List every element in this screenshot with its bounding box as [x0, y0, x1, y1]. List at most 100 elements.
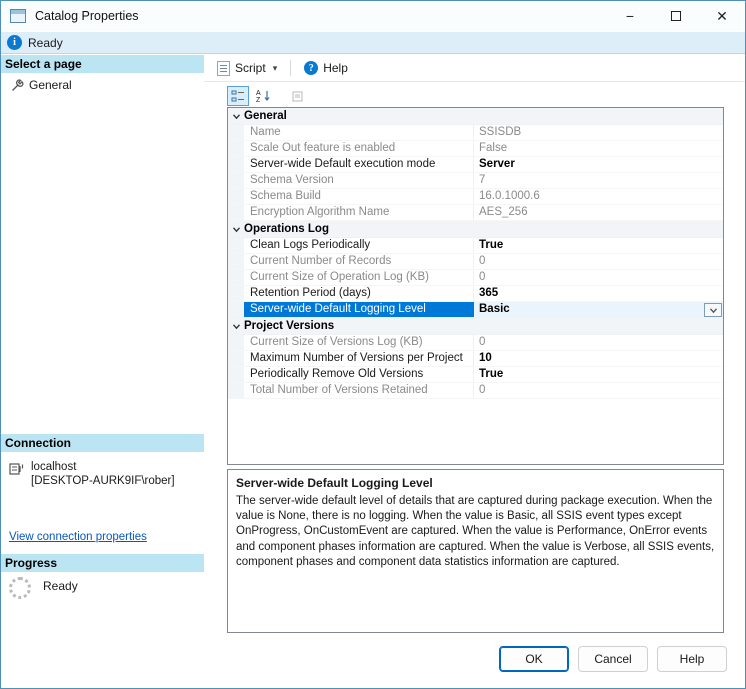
collapse-chevron-icon[interactable]: [228, 221, 244, 237]
property-value[interactable]: 7: [474, 173, 723, 188]
property-row[interactable]: Retention Period (days) 365: [228, 286, 723, 302]
progress-indicator: Ready: [9, 577, 78, 599]
property-row[interactable]: Clean Logs Periodically True: [228, 238, 723, 254]
row-gutter: [228, 383, 244, 398]
property-row[interactable]: Server-wide Default execution mode Server: [228, 157, 723, 173]
maximize-button[interactable]: [653, 1, 699, 31]
status-strip: i Ready: [1, 31, 745, 54]
property-value[interactable]: 0: [474, 383, 723, 398]
property-row[interactable]: Name SSISDB: [228, 125, 723, 141]
progress-header: Progress: [1, 554, 204, 572]
property-row[interactable]: Current Size of Operation Log (KB) 0: [228, 270, 723, 286]
help-button-footer[interactable]: Help: [657, 646, 727, 672]
property-label: Schema Version: [244, 173, 474, 188]
row-gutter: [228, 286, 244, 301]
collapse-chevron-icon[interactable]: [228, 108, 244, 124]
row-gutter: [228, 189, 244, 204]
category-row[interactable]: General: [228, 108, 723, 125]
window-title: Catalog Properties: [35, 9, 139, 23]
az-sort-icon: A Z: [256, 90, 269, 103]
property-row[interactable]: Current Size of Versions Log (KB) 0: [228, 335, 723, 351]
category-row[interactable]: Operations Log: [228, 221, 723, 238]
catalog-properties-dialog: Catalog Properties − ✕ i Ready Select a …: [0, 0, 746, 689]
property-label: Current Size of Operation Log (KB): [244, 270, 474, 285]
property-row[interactable]: Total Number of Versions Retained 0: [228, 383, 723, 399]
svg-text:Z: Z: [256, 97, 261, 103]
connection-info: localhost [DESKTOP-AURK9IF\rober]: [9, 460, 175, 488]
row-gutter: [228, 367, 244, 382]
property-value[interactable]: 0: [474, 270, 723, 285]
property-row[interactable]: Encryption Algorithm Name AES_256: [228, 205, 723, 221]
svg-text:A: A: [256, 90, 261, 97]
alphabetical-sort-button[interactable]: A Z: [252, 86, 274, 106]
property-label: Retention Period (days): [244, 286, 474, 301]
ok-button[interactable]: OK: [499, 646, 569, 672]
row-gutter: [228, 351, 244, 366]
property-label: Schema Build: [244, 189, 474, 204]
row-gutter: [228, 173, 244, 188]
cancel-button[interactable]: Cancel: [578, 646, 648, 672]
categorized-icon: [231, 90, 244, 101]
description-title: Server-wide Default Logging Level: [236, 476, 433, 490]
row-gutter: [228, 270, 244, 285]
property-row[interactable]: Maximum Number of Versions per Project 10: [228, 351, 723, 367]
property-row[interactable]: Periodically Remove Old Versions True: [228, 367, 723, 383]
script-button[interactable]: Script ▾: [211, 57, 283, 80]
row-gutter: [228, 254, 244, 269]
property-value[interactable]: 16.0.1000.6: [474, 189, 723, 204]
main-panel: Script ▾ ? Help A Z General Name SSISDB …: [204, 55, 745, 688]
info-icon: i: [7, 35, 22, 50]
collapse-chevron-icon[interactable]: [228, 318, 244, 334]
property-value[interactable]: 10: [474, 351, 723, 366]
footer-buttons: OK Cancel Help: [499, 646, 727, 672]
category-row[interactable]: Project Versions: [228, 318, 723, 335]
property-label: Name: [244, 125, 474, 140]
property-value[interactable]: 365: [474, 286, 723, 301]
category-label: General: [244, 110, 287, 122]
script-label: Script: [235, 61, 266, 75]
close-button[interactable]: ✕: [699, 1, 745, 31]
view-connection-properties-link[interactable]: View connection properties: [9, 531, 147, 543]
property-label: Scale Out feature is enabled: [244, 141, 474, 156]
toolbar-separator: [290, 60, 292, 76]
property-row[interactable]: Current Number of Records 0: [228, 254, 723, 270]
property-value[interactable]: Basic: [474, 302, 723, 317]
property-value[interactable]: 0: [474, 335, 723, 350]
row-gutter: [228, 125, 244, 140]
property-value[interactable]: 0: [474, 254, 723, 269]
close-icon: ✕: [716, 7, 728, 24]
categorized-view-button[interactable]: [227, 86, 249, 106]
connection-header: Connection: [1, 434, 204, 452]
logging-level-dropdown-button[interactable]: [704, 303, 722, 317]
status-text: Ready: [28, 35, 63, 50]
property-row[interactable]: Schema Version 7: [228, 173, 723, 189]
description-panel: Server-wide Default Logging Level The se…: [227, 469, 724, 633]
help-button[interactable]: ? Help: [298, 57, 354, 79]
row-gutter: [228, 302, 244, 317]
property-row[interactable]: Schema Build 16.0.1000.6: [228, 189, 723, 205]
title-bar[interactable]: Catalog Properties − ✕: [1, 1, 745, 31]
minimize-icon: −: [625, 8, 635, 24]
property-value[interactable]: True: [474, 367, 723, 382]
minimize-button[interactable]: −: [607, 1, 653, 31]
sidebar-item-label: General: [29, 78, 72, 92]
property-label: Maximum Number of Versions per Project: [244, 351, 474, 366]
progress-spinner-icon: [9, 577, 31, 599]
property-value[interactable]: SSISDB: [474, 125, 723, 140]
property-value[interactable]: Server: [474, 157, 723, 172]
script-dropdown-arrow-icon[interactable]: ▾: [273, 63, 278, 74]
property-label: Encryption Algorithm Name: [244, 205, 474, 220]
property-value[interactable]: AES_256: [474, 205, 723, 220]
row-gutter: [228, 157, 244, 172]
property-row[interactable]: Server-wide Default Logging Level Basic: [228, 302, 723, 318]
category-label: Project Versions: [244, 320, 335, 332]
property-value[interactable]: True: [474, 238, 723, 253]
property-row[interactable]: Scale Out feature is enabled False: [228, 141, 723, 157]
wrench-icon: [12, 78, 24, 91]
property-label: Current Size of Versions Log (KB): [244, 335, 474, 350]
sidebar-item-general[interactable]: General: [5, 76, 78, 94]
property-pages-button: [287, 86, 309, 106]
property-label: Clean Logs Periodically: [244, 238, 474, 253]
description-text: The server-wide default level of details…: [236, 495, 715, 568]
property-value[interactable]: False: [474, 141, 723, 156]
